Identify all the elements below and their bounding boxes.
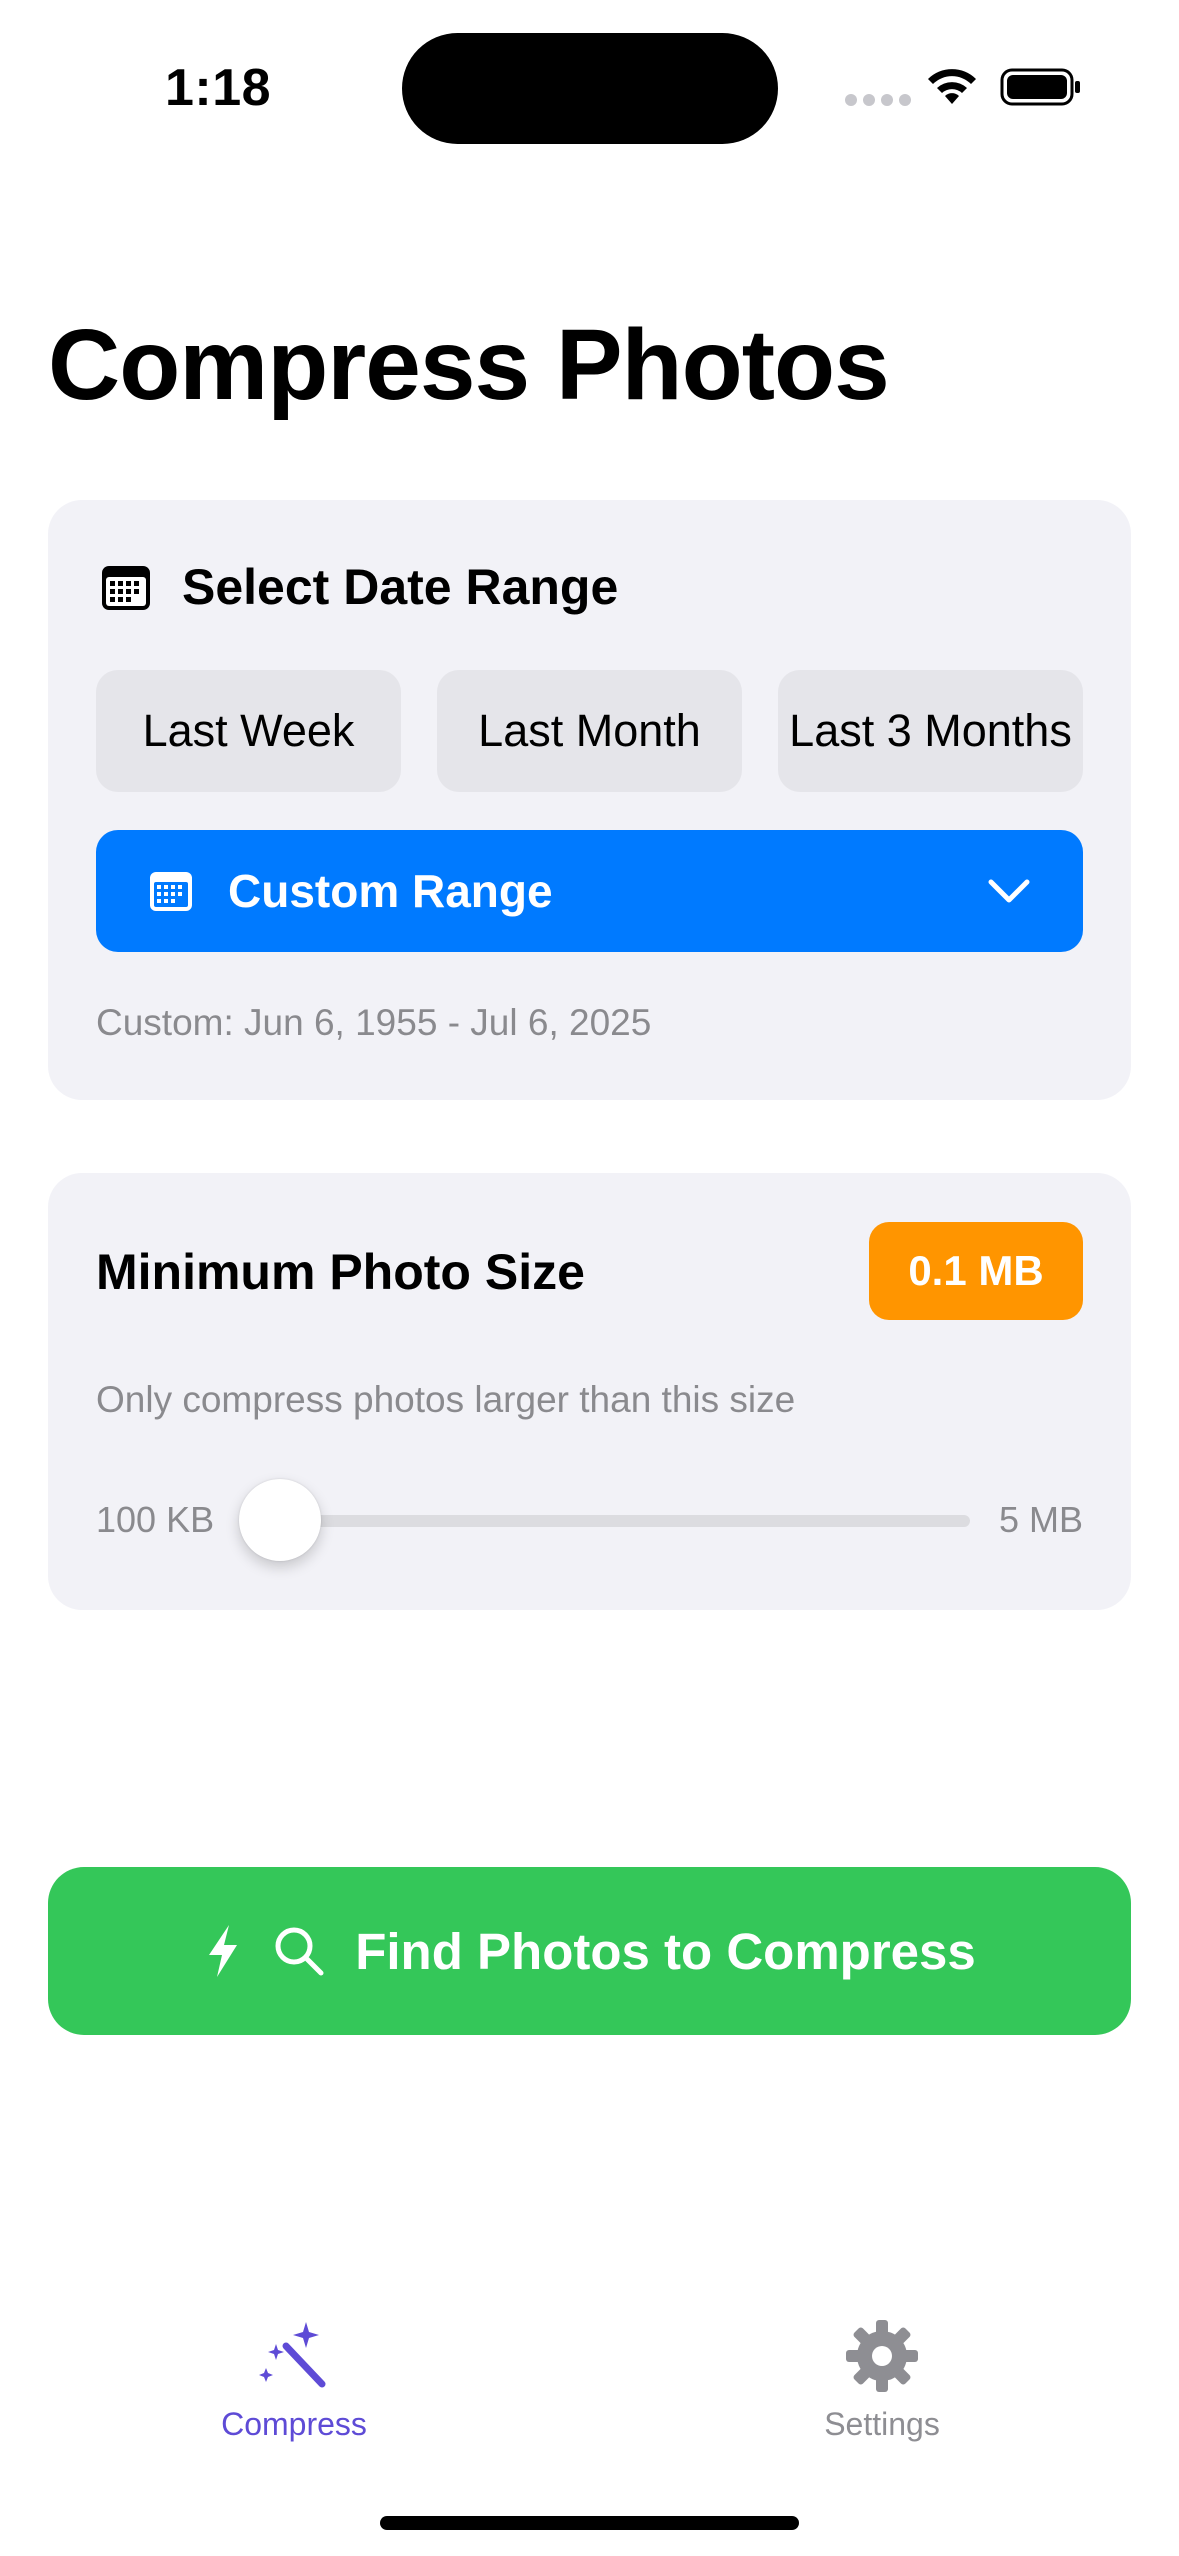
minimum-size-title: Minimum Photo Size (96, 1244, 585, 1300)
find-photos-button[interactable]: Find Photos to Compress (48, 1867, 1131, 2035)
tab-compress-label: Compress (221, 2406, 367, 2442)
bolt-icon (209, 1925, 238, 1977)
slider-thumb[interactable] (239, 1479, 321, 1561)
slider-min-label: 100 KB (96, 1499, 215, 1540)
date-range-header: Select Date Range (100, 558, 618, 616)
dynamic-island (402, 33, 778, 144)
minimum-size-card: Minimum Photo Size 0.1 MB Only compress … (48, 1173, 1131, 1610)
tab-compress[interactable]: Compress (164, 2318, 424, 2458)
tab-settings-label: Settings (824, 2406, 940, 2442)
size-value-badge: 0.1 MB (869, 1222, 1083, 1320)
tab-settings[interactable]: Settings (752, 2318, 1012, 2458)
magic-wand-icon (259, 2322, 326, 2388)
home-indicator (380, 2516, 799, 2530)
status-time: 1:18 (165, 59, 272, 117)
gear-icon (846, 2320, 918, 2392)
cellular-signal-icon (845, 94, 911, 106)
chevron-down-icon (988, 879, 1030, 903)
search-icon (275, 1927, 324, 1976)
find-photos-label: Find Photos to Compress (355, 1922, 976, 1980)
minimum-size-hint: Only compress photos larger than this si… (96, 1379, 796, 1420)
calendar-icon (150, 872, 192, 911)
battery-icon (1000, 68, 1080, 106)
size-slider[interactable] (239, 1479, 970, 1561)
last-week-button[interactable]: Last Week (96, 670, 401, 792)
wifi-icon (928, 69, 976, 104)
last-month-button[interactable]: Last Month (437, 670, 742, 792)
custom-range-summary: Custom: Jun 6, 1955 - Jul 6, 2025 (96, 1002, 652, 1043)
custom-range-label: Custom Range (228, 865, 553, 917)
date-preset-row: Last Week Last Month Last 3 Months (96, 670, 1083, 792)
calendar-icon (102, 566, 150, 610)
date-range-card: Select Date Range Last Week Last Month L… (48, 500, 1131, 1100)
slider-max-label: 5 MB (998, 1499, 1083, 1540)
page-title: Compress Photos (48, 309, 890, 421)
last-3-months-button[interactable]: Last 3 Months (778, 670, 1083, 792)
custom-range-button[interactable]: Custom Range (96, 830, 1083, 952)
date-range-title: Select Date Range (182, 559, 619, 615)
